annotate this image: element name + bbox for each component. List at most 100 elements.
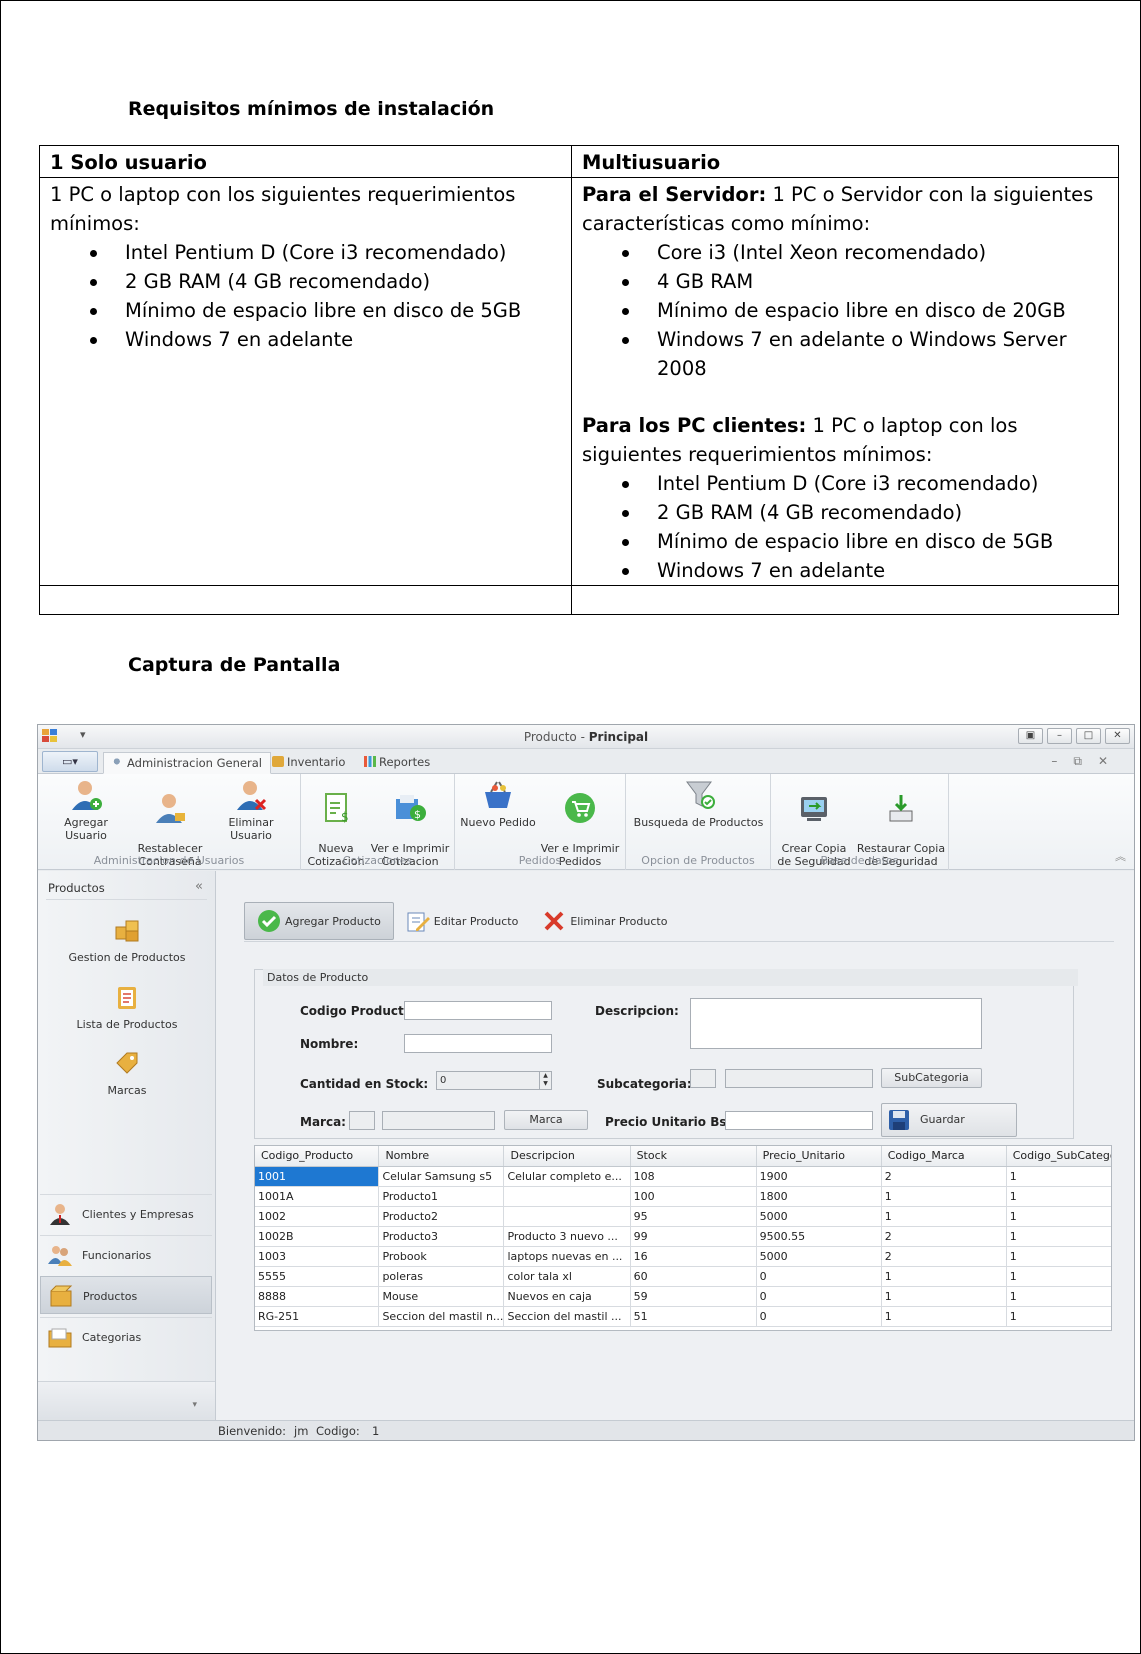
tab-reportes[interactable]: Reportes	[356, 752, 438, 774]
table-cell[interactable]: Mouse	[378, 1286, 505, 1307]
table-cell[interactable]: 1	[1006, 1226, 1111, 1247]
nav-section-categorias[interactable]: Categorias	[40, 1317, 212, 1355]
nav-section-productos[interactable]: Productos	[40, 1276, 212, 1314]
table-cell[interactable]: laptops nuevas en ...	[503, 1246, 631, 1267]
table-cell[interactable]: 1	[881, 1286, 1007, 1307]
table-cell[interactable]: 1800	[756, 1186, 882, 1207]
eliminar-usuario-button[interactable]: Eliminar Usuario	[206, 778, 296, 842]
table-cell[interactable]	[503, 1186, 631, 1207]
app-menu-button[interactable]: ▭▾	[42, 751, 98, 772]
nuevo-pedido-button[interactable]: Nuevo Pedido	[459, 778, 537, 829]
table-cell[interactable]: Probook	[378, 1246, 505, 1267]
maximize-button[interactable]: □	[1076, 728, 1101, 744]
table-cell[interactable]: 95	[630, 1206, 757, 1227]
agregar-producto-button[interactable]: Agregar Producto	[244, 902, 394, 940]
table-cell[interactable]: Producto 3 nuevo ...	[503, 1226, 631, 1247]
nav-section-clientes[interactable]: Clientes y Empresas	[40, 1194, 212, 1232]
table-cell[interactable]: 0	[756, 1286, 882, 1307]
table-row[interactable]: 1001A Producto1 100 1800 1 1	[255, 1186, 1111, 1207]
table-cell[interactable]: 60	[630, 1266, 757, 1287]
agregar-usuario-button[interactable]: Agregar Usuario	[44, 778, 128, 842]
table-cell[interactable]: 0	[756, 1306, 882, 1327]
collapse-ribbon-icon[interactable]: ︽	[1115, 848, 1126, 864]
nav-item-lista-productos[interactable]: Lista de Productos	[38, 984, 216, 1031]
table-cell[interactable]: 1001A	[255, 1186, 380, 1207]
table-cell[interactable]: Producto3	[378, 1226, 505, 1247]
table-cell[interactable]: 5000	[756, 1206, 882, 1227]
table-cell[interactable]: 0	[756, 1266, 882, 1287]
editar-producto-button[interactable]: Editar Producto	[394, 902, 531, 940]
table-cell[interactable]: 1	[1006, 1166, 1111, 1187]
restore-icon[interactable]: ▣	[1018, 728, 1043, 744]
table-cell[interactable]: 1001	[255, 1166, 380, 1187]
table-cell[interactable]: 1002	[255, 1206, 380, 1227]
table-row[interactable]: 1002B Producto3 Producto 3 nuevo ... 99 9500…	[255, 1226, 1111, 1247]
codigo-input[interactable]	[404, 1001, 552, 1020]
descripcion-input[interactable]	[690, 998, 982, 1049]
chevron-down-icon[interactable]: ▾	[192, 1400, 197, 1410]
collapse-nav-icon[interactable]: «	[195, 879, 203, 894]
subcategoria-button[interactable]: SubCategoria	[881, 1068, 982, 1088]
table-cell[interactable]: 1	[881, 1206, 1007, 1227]
guardar-producto-button[interactable]: Guardar Producto	[881, 1103, 1017, 1158]
table-row[interactable]: 1003 Probook laptops nuevas en ... 16 5000 2 1	[255, 1246, 1111, 1267]
table-row[interactable]: 1002 Producto2 95 5000 1 1	[255, 1206, 1111, 1227]
busqueda-productos-button[interactable]: Busqueda de Productos	[628, 778, 769, 829]
table-cell[interactable]: 2	[881, 1166, 1007, 1187]
table-cell[interactable]: 1	[1006, 1286, 1111, 1307]
table-cell[interactable]	[503, 1206, 631, 1227]
table-cell[interactable]: 9500.55	[756, 1226, 882, 1247]
table-cell[interactable]: RG-251	[255, 1306, 380, 1327]
table-cell[interactable]: Producto1	[378, 1186, 505, 1207]
table-cell[interactable]: 2	[881, 1246, 1007, 1267]
table-cell[interactable]: 99	[630, 1226, 757, 1247]
minimize-button[interactable]: –	[1047, 728, 1072, 744]
table-cell[interactable]: Celular completo e...	[503, 1166, 631, 1187]
table-cell[interactable]: poleras	[378, 1266, 505, 1287]
marca-name-input[interactable]	[382, 1111, 495, 1130]
table-cell[interactable]: 100	[630, 1186, 757, 1207]
table-cell[interactable]: color tala xl	[503, 1266, 631, 1287]
table-cell[interactable]: 16	[630, 1246, 757, 1267]
table-cell[interactable]: Seccion del mastil n...	[378, 1306, 505, 1327]
table-cell[interactable]: 1900	[756, 1166, 882, 1187]
table-cell[interactable]: 8888	[255, 1286, 380, 1307]
table-cell[interactable]: 1	[1006, 1206, 1111, 1227]
column-header[interactable]: Codigo_Marca	[881, 1146, 1007, 1167]
nav-item-gestion-productos[interactable]: Gestion de Productos	[38, 917, 216, 964]
table-row[interactable]: 1001 Celular Samsung s5 Celular completo e…	[255, 1166, 1111, 1187]
nav-section-funcionarios[interactable]: Funcionarios	[40, 1235, 212, 1273]
column-header[interactable]: Stock	[630, 1146, 757, 1167]
table-cell[interactable]: 5000	[756, 1246, 882, 1267]
table-cell[interactable]: 1	[1006, 1186, 1111, 1207]
table-cell[interactable]: 59	[630, 1286, 757, 1307]
table-cell[interactable]: Nuevos en caja	[503, 1286, 631, 1307]
table-cell[interactable]: 1	[881, 1266, 1007, 1287]
table-cell[interactable]: 2	[881, 1226, 1007, 1247]
table-cell[interactable]: 1	[1006, 1306, 1111, 1327]
subcategoria-code-input[interactable]	[690, 1069, 716, 1088]
nav-item-marcas[interactable]: Marcas	[38, 1050, 216, 1097]
marca-button[interactable]: Marca	[504, 1110, 588, 1130]
table-cell[interactable]: 108	[630, 1166, 757, 1187]
table-cell[interactable]: 1	[1006, 1246, 1111, 1267]
table-cell[interactable]: 1	[881, 1186, 1007, 1207]
nombre-input[interactable]	[404, 1034, 552, 1053]
table-cell[interactable]: 1003	[255, 1246, 380, 1267]
spin-icon[interactable]: ▲ ▼	[539, 1072, 551, 1089]
marca-code-input[interactable]	[349, 1111, 375, 1130]
close-button[interactable]: ✕	[1105, 728, 1130, 744]
table-cell[interactable]: Producto2	[378, 1206, 505, 1227]
table-cell[interactable]: 51	[630, 1306, 757, 1327]
mdi-window-buttons[interactable]: –⧉✕	[1051, 754, 1124, 769]
column-header[interactable]: Nombre	[378, 1146, 505, 1167]
column-header[interactable]: Descripcion	[503, 1146, 631, 1167]
tab-inventario[interactable]: Inventario	[264, 752, 353, 774]
table-cell[interactable]: 1	[1006, 1266, 1111, 1287]
table-cell[interactable]: Celular Samsung s5	[378, 1166, 505, 1187]
column-header[interactable]: Codigo_SubCategoria	[1006, 1146, 1111, 1167]
table-row[interactable]: 8888 Mouse Nuevos en caja 59 0 1 1	[255, 1286, 1111, 1307]
table-row[interactable]: 5555 poleras color tala xl 60 0 1 1	[255, 1266, 1111, 1287]
precio-input[interactable]	[725, 1111, 873, 1130]
tab-administracion-general[interactable]: Administracion General	[103, 752, 271, 774]
